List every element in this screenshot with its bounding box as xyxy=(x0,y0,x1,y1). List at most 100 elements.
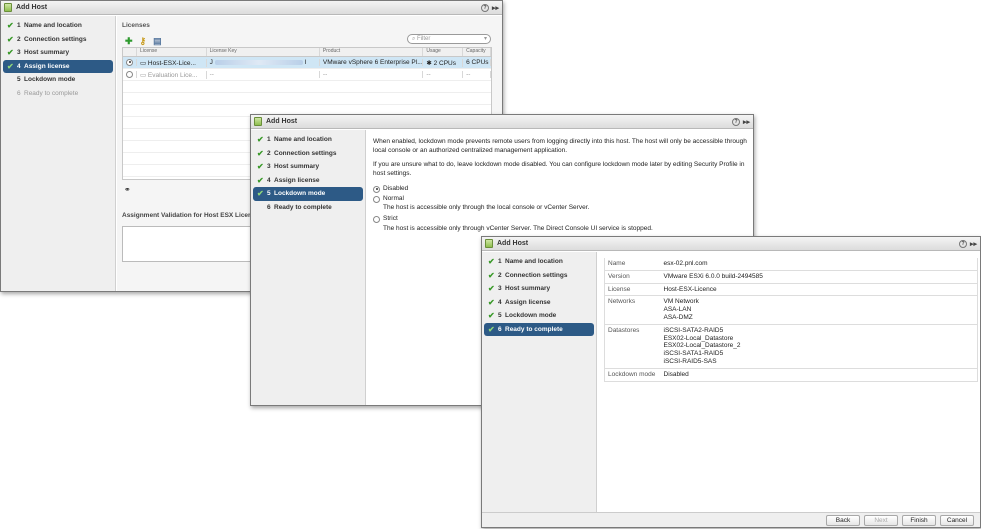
table-row: Name esx-02.pnl.com xyxy=(604,258,978,271)
wizard-step[interactable]: ✔ 5 Lockdown mode xyxy=(253,187,363,201)
col-license-key[interactable]: License Key xyxy=(207,48,320,56)
col-usage[interactable]: Usage xyxy=(423,48,464,56)
add-license-icon[interactable]: ✚ xyxy=(125,36,133,47)
summary-key: Version xyxy=(604,270,661,284)
col-license[interactable]: License xyxy=(137,48,207,56)
step-label: Lockdown mode xyxy=(274,190,326,198)
checkmark-icon: ✔ xyxy=(488,284,495,294)
wizard-step[interactable]: ✔ 3 Host summary xyxy=(3,46,113,60)
option-disabled[interactable]: Disabled xyxy=(373,184,747,194)
step-label: Lockdown mode xyxy=(505,312,557,320)
step-number: 1 xyxy=(17,22,21,30)
step-number: 5 xyxy=(498,312,502,320)
wizard-step[interactable]: ✔ 1 Name and location xyxy=(484,255,594,269)
summary-value: esx-02.pnl.com xyxy=(660,258,978,271)
summary-value: Disabled xyxy=(660,368,978,382)
dialog-titlebar: Add Host ? ▸▸ xyxy=(1,1,502,15)
help-icon[interactable]: ? xyxy=(958,239,967,248)
wizard-step[interactable]: ✔ 4 Assign license xyxy=(3,59,113,73)
strict-description: The host is accessible only through vCen… xyxy=(383,224,653,232)
step-label: Lockdown mode xyxy=(24,76,76,84)
dialog-titlebar: Add Host ? ▸▸ xyxy=(251,115,753,129)
dialog-title: Add Host xyxy=(266,118,298,125)
checkmark-icon: ✔ xyxy=(257,135,264,145)
table-row[interactable]: ▭ Host-ESX-Lice... J I VMware vSphere 6 … xyxy=(123,57,491,69)
expand-icon[interactable]: ▸▸ xyxy=(743,118,750,126)
step-number: 1 xyxy=(267,136,271,144)
normal-label[interactable]: Normal xyxy=(383,195,404,204)
wizard-step[interactable]: 6 Ready to complete xyxy=(253,201,363,215)
checkmark-icon: ✔ xyxy=(7,21,14,31)
table-row[interactable]: ▭ Evaluation Lice... -- -- -- -- xyxy=(123,69,491,81)
dialog-titlebar: Add Host ? ▸▸ xyxy=(482,237,980,251)
wizard-step[interactable]: ✔ 2 Connection settings xyxy=(3,33,113,47)
next-button[interactable]: Next xyxy=(864,514,898,526)
option-strict[interactable]: Strict xyxy=(373,215,747,225)
wizard-step[interactable]: ✔ 5 Lockdown mode xyxy=(484,309,594,323)
dialog-title: Add Host xyxy=(497,240,529,247)
step-number: 4 xyxy=(267,176,271,184)
step-label: Assign license xyxy=(505,298,551,306)
expand-icon[interactable]: ▸▸ xyxy=(492,4,499,12)
step-label: Ready to complete xyxy=(505,325,563,333)
finish-button[interactable]: Finish xyxy=(902,514,936,526)
checkmark-icon: ✔ xyxy=(488,297,495,307)
wizard-step[interactable]: ✔ 1 Name and location xyxy=(3,19,113,33)
cancel-button[interactable]: Cancel xyxy=(940,514,974,526)
key-icon[interactable]: ⚷ xyxy=(140,36,147,47)
step-label: Assign license xyxy=(274,176,320,184)
step-number: 1 xyxy=(498,258,502,266)
help-icon[interactable]: ? xyxy=(731,117,740,126)
add-host-dialog-ready: Add Host ? ▸▸ ✔ 1 Name and location ✔ 2 Conne… xyxy=(481,236,981,528)
summary-key: Datastores xyxy=(604,324,661,369)
disabled-radio[interactable] xyxy=(373,185,380,193)
checkmark-icon: ✔ xyxy=(7,61,14,71)
col-capacity[interactable]: Capacity xyxy=(463,48,491,56)
strict-radio[interactable] xyxy=(373,216,380,223)
disabled-label[interactable]: Disabled xyxy=(383,185,408,194)
checkmark-icon: ✔ xyxy=(257,148,264,158)
normal-radio[interactable] xyxy=(373,195,380,203)
license-name: Evaluation Lice... xyxy=(147,71,198,79)
step-number: 2 xyxy=(17,35,21,43)
table-header: License License Key Product Usage Capaci… xyxy=(123,48,491,57)
strict-label[interactable]: Strict xyxy=(383,215,398,224)
binoculars-icon[interactable]: ⚭ xyxy=(124,185,131,194)
summary-key: Lockdown mode xyxy=(604,368,661,382)
option-normal[interactable]: Normal xyxy=(373,194,747,204)
wizard-step[interactable]: ✔ 6 Ready to complete xyxy=(484,322,594,336)
license-radio[interactable] xyxy=(126,70,133,78)
usage-icon: ✱ xyxy=(426,59,434,67)
filter-placeholder: Filter xyxy=(417,36,431,42)
checkmark-icon: ✔ xyxy=(257,189,264,199)
licenses-label: Licenses xyxy=(122,22,150,29)
filter-input[interactable]: ⌕ Filter ▾ xyxy=(407,34,491,44)
step-label: Ready to complete xyxy=(24,89,79,97)
step-label: Connection settings xyxy=(505,271,568,279)
columns-icon[interactable]: ▤ xyxy=(153,36,162,47)
wizard-step[interactable]: 6 Ready to complete xyxy=(3,87,113,101)
back-button[interactable]: Back xyxy=(826,514,860,526)
license-key-suffix: I xyxy=(304,59,307,66)
search-icon: ⌕ xyxy=(412,36,416,42)
wizard-step[interactable]: ✔ 3 Host summary xyxy=(484,282,594,296)
wizard-step[interactable]: ✔ 3 Host summary xyxy=(253,160,363,174)
summary-key: License xyxy=(604,283,661,297)
table-row: Networks VM Network ASA-LAN ASA-DMZ xyxy=(604,295,978,325)
wizard-step[interactable]: 5 Lockdown mode xyxy=(3,73,113,87)
chevron-down-icon[interactable]: ▾ xyxy=(484,35,487,43)
step-label: Host summary xyxy=(505,285,551,293)
checkmark-icon: ✔ xyxy=(488,324,495,334)
wizard-step[interactable]: ✔ 2 Connection settings xyxy=(253,147,363,161)
dialog-title: Add Host xyxy=(16,4,48,11)
wizard-step[interactable]: ✔ 4 Assign license xyxy=(253,174,363,188)
wizard-step[interactable]: ✔ 4 Assign license xyxy=(484,296,594,310)
help-icon[interactable]: ? xyxy=(480,3,489,12)
step-label: Name and location xyxy=(24,22,82,30)
expand-icon[interactable]: ▸▸ xyxy=(970,240,977,248)
wizard-step[interactable]: ✔ 2 Connection settings xyxy=(484,269,594,283)
license-radio[interactable] xyxy=(126,58,133,66)
wizard-step[interactable]: ✔ 1 Name and location xyxy=(253,133,363,147)
col-product[interactable]: Product xyxy=(320,48,424,56)
wizard-steps: ✔ 1 Name and location ✔ 2 Connection settings… xyxy=(251,130,366,405)
